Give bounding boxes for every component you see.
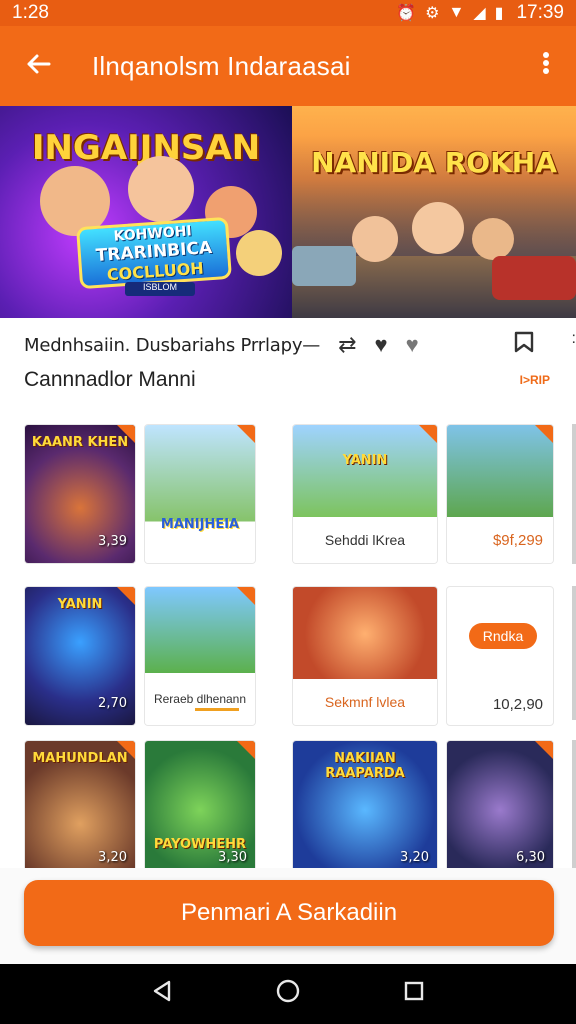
back-triangle-icon[interactable] bbox=[151, 979, 173, 1009]
section-more-link[interactable]: I>RIP bbox=[520, 373, 550, 387]
page-title: Ilnqanolsm Indaraasai bbox=[92, 50, 351, 81]
status-time-right: 17:39 bbox=[516, 2, 564, 23]
game-art bbox=[145, 587, 255, 675]
game-card[interactable]: YANIN 2,70 bbox=[24, 586, 136, 726]
game-art-title: KAANR KHEN bbox=[31, 435, 129, 450]
game-card[interactable]: MANIJHEIA bbox=[144, 424, 256, 564]
edge-scroll-hint bbox=[572, 586, 576, 720]
game-card[interactable]: 6,30 bbox=[446, 740, 554, 880]
section-header: Cannnadlor Manni I>RIP bbox=[0, 364, 576, 396]
grid-row: KAANR KHEN 3,39 MANIJHEIA YANIN Sehddi l… bbox=[24, 424, 576, 564]
banner-logo-subtitle: ISBLOM bbox=[125, 282, 195, 296]
banner-logo: KOHWOHI TRARINBICA COCLLUOH bbox=[76, 216, 232, 290]
game-art bbox=[293, 587, 437, 681]
banner-slide-2[interactable]: NANIDA ROKHA bbox=[292, 106, 576, 318]
banner-character bbox=[236, 230, 282, 276]
game-price-label: $9f,299 bbox=[447, 517, 553, 563]
vibrate-icon: ⚙ bbox=[425, 5, 440, 22]
game-art-title: MAHUNDLAN bbox=[32, 751, 128, 766]
banner-character bbox=[128, 156, 194, 222]
game-card[interactable]: NAKIIAN RAAPARDA 3,20 bbox=[292, 740, 438, 880]
game-card[interactable]: YANIN Sehddi lKrea bbox=[292, 424, 438, 564]
back-button[interactable] bbox=[0, 51, 76, 81]
heart-icon[interactable]: ♥ bbox=[375, 332, 388, 358]
game-label: Sehddi lKrea bbox=[293, 517, 437, 563]
share-icon[interactable]: ⇄ bbox=[338, 332, 356, 358]
action-pill-button[interactable]: Rndka bbox=[469, 623, 537, 649]
game-price: 3,20 bbox=[98, 850, 127, 865]
game-art-title: MANIJHEIA bbox=[160, 517, 240, 532]
banner-character bbox=[352, 216, 398, 262]
game-art bbox=[447, 425, 553, 519]
grid-row: MAHUNDLAN 3,20 PAYOWHEHR 3,30 NAKIIAN RA… bbox=[24, 740, 576, 880]
game-card[interactable]: KAANR KHEN 3,39 bbox=[24, 424, 136, 564]
heart-icon[interactable]: ♥ bbox=[406, 332, 419, 358]
more-vert-icon bbox=[543, 51, 549, 74]
game-price: 2,70 bbox=[98, 696, 127, 711]
game-card[interactable]: Reraeb dlhenann bbox=[144, 586, 256, 726]
system-nav-bar bbox=[0, 964, 576, 1024]
banner-car bbox=[492, 256, 576, 300]
game-art bbox=[145, 425, 255, 563]
game-label: Sekmnf lvlea bbox=[293, 679, 437, 725]
game-card[interactable]: MAHUNDLAN 3,20 bbox=[24, 740, 136, 880]
status-bar: 1:28 ⏰ ⚙ ▼ ◢ ▮ 17:39 bbox=[0, 0, 576, 26]
game-price: 3,39 bbox=[98, 534, 127, 549]
signal-icon: ◢ bbox=[473, 5, 486, 22]
game-price: 6,30 bbox=[516, 850, 545, 865]
edge-scroll-hint bbox=[572, 740, 576, 868]
banner-character bbox=[412, 202, 464, 254]
home-circle-icon[interactable] bbox=[275, 978, 301, 1010]
banner-slide-1[interactable]: INGAIJNSAN KOHWOHI TRARINBICA COCLLUOH I… bbox=[0, 106, 292, 318]
hero-banner[interactable]: INGAIJNSAN KOHWOHI TRARINBICA COCLLUOH I… bbox=[0, 106, 576, 318]
section-title: Cannnadlor Manni bbox=[24, 368, 196, 391]
arrow-left-icon bbox=[27, 54, 51, 74]
more-menu-button[interactable] bbox=[516, 51, 576, 82]
game-label-text: Reraeb dlhenann bbox=[153, 692, 247, 706]
game-card[interactable]: Rndka 10,2,90 bbox=[446, 586, 554, 726]
battery-icon: ▮ bbox=[494, 5, 504, 22]
status-time-left: 1:28 bbox=[12, 2, 49, 23]
banner-character bbox=[472, 218, 514, 260]
game-card[interactable]: Sekmnf lvlea bbox=[292, 586, 438, 726]
bottom-cta-area: Penmari A Sarkadiin bbox=[0, 868, 576, 964]
label-underline bbox=[195, 708, 239, 711]
edge-overflow: : bbox=[571, 330, 576, 347]
wifi-icon: ▼ bbox=[448, 4, 465, 21]
banner-title: NANIDA ROKHA bbox=[311, 146, 557, 179]
game-art-title: NAKIIAN RAAPARDA bbox=[325, 751, 405, 781]
game-label: Reraeb dlhenann bbox=[145, 673, 255, 725]
grid-row: YANIN 2,70 Reraeb dlhenann Sekmnf lvlea … bbox=[24, 586, 576, 726]
info-actions: ⇄ ♥ ♥ bbox=[338, 332, 419, 358]
game-art-title: YANIN bbox=[342, 453, 388, 468]
game-price: 3,20 bbox=[400, 850, 429, 865]
game-art-title: YANIN bbox=[57, 597, 103, 612]
game-art bbox=[293, 425, 437, 519]
alarm-icon: ⏰ bbox=[396, 5, 417, 22]
recents-square-icon[interactable] bbox=[403, 980, 425, 1008]
game-card[interactable]: PAYOWHEHR 3,30 bbox=[144, 740, 256, 880]
edge-scroll-hint bbox=[572, 424, 576, 564]
info-text: Mednhsaiin. Dusbariahs Prrlapy— bbox=[24, 334, 321, 356]
game-price: 3,30 bbox=[218, 850, 247, 865]
app-bar: Ilnqanolsm Indaraasai bbox=[0, 26, 576, 106]
bookmark-icon[interactable] bbox=[514, 331, 534, 359]
game-card[interactable]: $9f,299 bbox=[446, 424, 554, 564]
primary-cta-button[interactable]: Penmari A Sarkadiin bbox=[24, 880, 554, 946]
game-price: 10,2,90 bbox=[492, 696, 543, 713]
status-icons: ⏰ ⚙ ▼ ◢ ▮ 17:39 bbox=[396, 2, 564, 24]
banner-car bbox=[292, 246, 356, 286]
